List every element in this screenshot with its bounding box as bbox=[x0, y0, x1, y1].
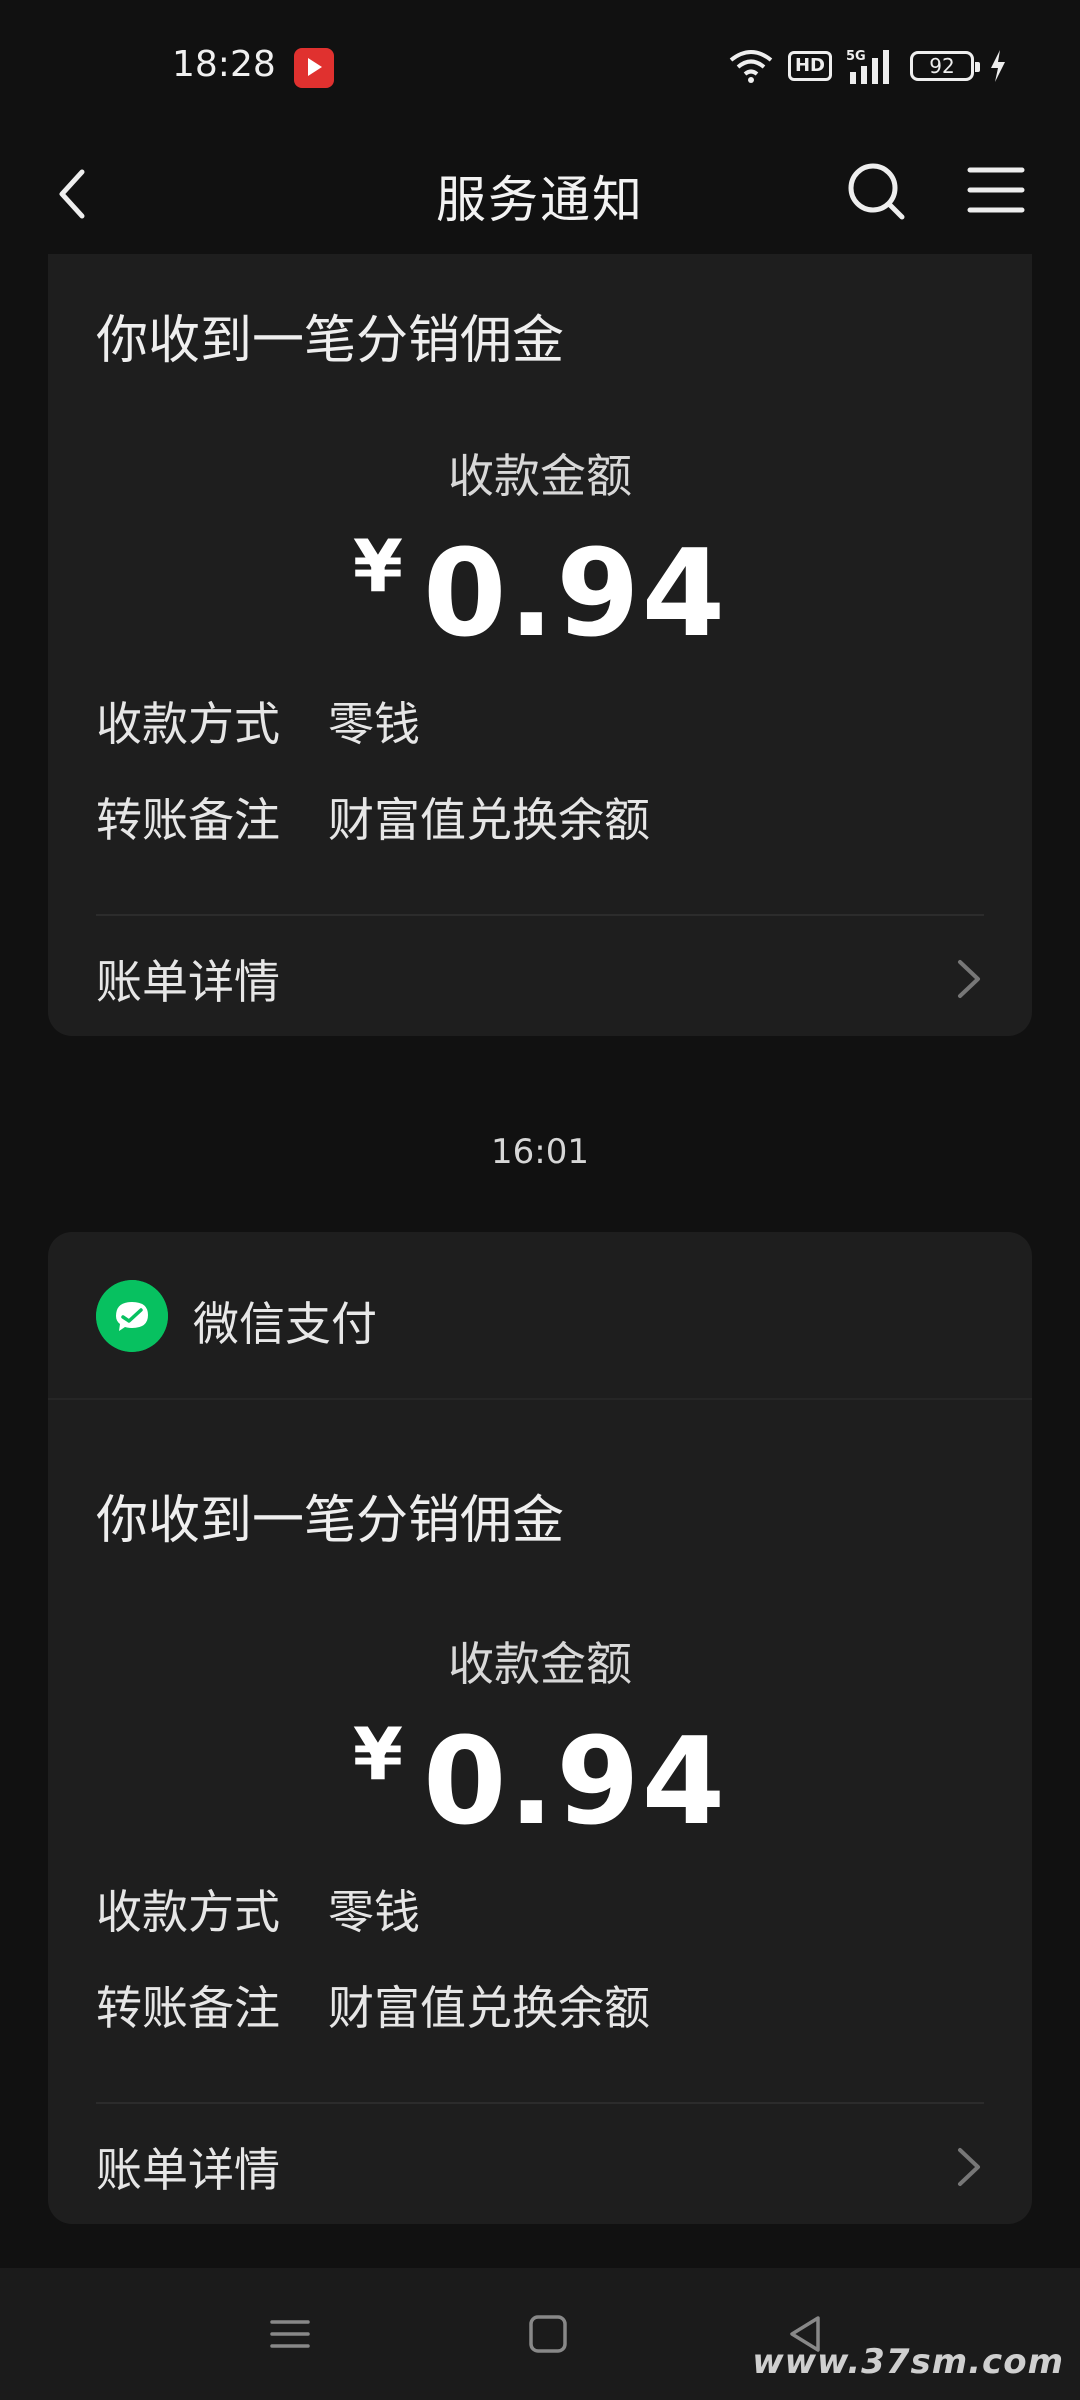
network-type-label: 5G bbox=[846, 49, 866, 64]
card-header[interactable]: 微信支付 bbox=[48, 1232, 1032, 1400]
status-time: 18:28 bbox=[172, 44, 276, 85]
hd-icon: HD bbox=[787, 51, 832, 81]
wifi-icon bbox=[729, 50, 773, 83]
amount-label: 收款金额 bbox=[448, 449, 632, 503]
status-bar: 18:28 HD 5G 92 bbox=[0, 0, 1080, 130]
divider bbox=[96, 914, 984, 916]
transfer-note-label: 转账备注 bbox=[96, 793, 280, 847]
signal-icon: 5G bbox=[846, 49, 889, 84]
watermark: www.37sm.com bbox=[752, 2342, 1064, 2382]
chevron-right-icon[interactable] bbox=[952, 954, 986, 1004]
divider bbox=[96, 2102, 984, 2104]
amount-value: 0.94 bbox=[423, 525, 728, 664]
transfer-note-value: 财富值兑换余额 bbox=[328, 1981, 650, 2035]
currency-symbol: ¥ bbox=[352, 1712, 404, 1796]
transfer-note-label: 转账备注 bbox=[96, 1981, 280, 2035]
app-icon bbox=[294, 48, 334, 88]
sender-name: 微信支付 bbox=[193, 1297, 377, 1351]
menu-icon[interactable] bbox=[958, 152, 1034, 228]
message-timestamp: 16:01 bbox=[491, 1132, 589, 1172]
navigation-bar: 服务通知 bbox=[0, 130, 1080, 260]
bill-detail-link[interactable]: 账单详情 bbox=[96, 946, 280, 1012]
battery-icon: 92 bbox=[910, 51, 980, 81]
amount-value: 0.94 bbox=[423, 1713, 728, 1852]
wechat-pay-logo-icon bbox=[96, 1280, 168, 1352]
payment-method-value: 零钱 bbox=[328, 1885, 420, 1939]
transfer-note-row: 转账备注 财富值兑换余额 bbox=[96, 784, 650, 850]
payment-method-row: 收款方式 零钱 bbox=[96, 1876, 420, 1942]
search-icon[interactable] bbox=[838, 152, 914, 228]
recent-apps-icon[interactable] bbox=[262, 2306, 318, 2362]
payment-notification-card: 你收到一笔分销佣金 收款金额 ¥0.94 收款方式 零钱 转账备注 财富值兑换余额 … bbox=[48, 254, 1032, 1036]
page-title: 服务通知 bbox=[436, 171, 644, 229]
amount-display: ¥0.94 bbox=[48, 524, 1032, 664]
currency-symbol: ¥ bbox=[352, 524, 404, 608]
home-icon[interactable] bbox=[520, 2306, 576, 2362]
charging-icon bbox=[991, 50, 1005, 82]
amount-label: 收款金额 bbox=[448, 1637, 632, 1691]
card-title: 你收到一笔分销佣金 bbox=[96, 1491, 565, 1551]
bill-detail-link[interactable]: 账单详情 bbox=[96, 2134, 280, 2200]
payment-method-row: 收款方式 零钱 bbox=[96, 688, 420, 754]
payment-notification-card: 微信支付 你收到一笔分销佣金 收款金额 ¥0.94 收款方式 零钱 转账备注 财富值… bbox=[48, 1232, 1032, 2224]
card-title: 你收到一笔分销佣金 bbox=[96, 311, 565, 371]
status-icons: HD 5G 92 bbox=[728, 46, 1008, 86]
transfer-note-row: 转账备注 财富值兑换余额 bbox=[96, 1972, 650, 2038]
transfer-note-value: 财富值兑换余额 bbox=[328, 793, 650, 847]
payment-method-value: 零钱 bbox=[328, 697, 420, 751]
payment-method-label: 收款方式 bbox=[96, 1885, 280, 1939]
amount-display: ¥0.94 bbox=[48, 1712, 1032, 1852]
payment-method-label: 收款方式 bbox=[96, 697, 280, 751]
chevron-right-icon[interactable] bbox=[952, 2142, 986, 2192]
